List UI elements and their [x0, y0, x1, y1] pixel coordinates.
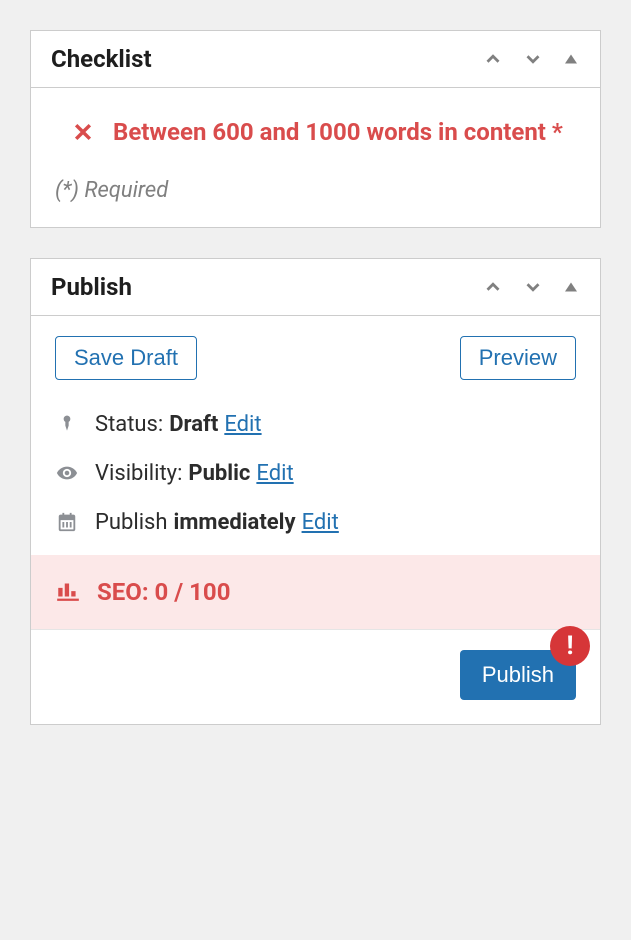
chevron-down-icon[interactable] — [522, 48, 544, 70]
status-label: Status: — [95, 412, 163, 437]
preview-button[interactable]: Preview — [460, 336, 576, 380]
visibility-edit-link[interactable]: Edit — [256, 461, 293, 486]
publish-controls — [482, 276, 580, 298]
status-edit-link[interactable]: Edit — [224, 412, 261, 437]
save-draft-button[interactable]: Save Draft — [55, 336, 197, 380]
checklist-body: Between 600 and 1000 words in content * … — [31, 88, 600, 227]
publish-header: Publish — [31, 259, 600, 316]
calendar-icon — [55, 511, 79, 533]
seo-label: SEO: 0 / 100 — [97, 578, 230, 606]
checklist-controls — [482, 48, 580, 70]
status-row: Status: Draft Edit — [55, 400, 576, 449]
fail-x-icon — [71, 120, 95, 148]
publish-footer: ! Publish — [31, 629, 600, 724]
chevron-up-icon[interactable] — [482, 48, 504, 70]
collapse-icon[interactable] — [562, 50, 580, 68]
schedule-row: Publish immediately Edit — [55, 498, 576, 547]
schedule-label: Publish — [95, 510, 168, 535]
chevron-up-icon[interactable] — [482, 276, 504, 298]
publish-actions: Save Draft Preview — [55, 336, 576, 400]
publish-panel: Publish Save Draft Preview Status: Draft… — [30, 258, 601, 725]
checklist-header: Checklist — [31, 31, 600, 88]
publish-body: Save Draft Preview Status: Draft Edit Vi… — [31, 316, 600, 555]
pin-icon — [55, 414, 79, 434]
publish-title: Publish — [51, 273, 132, 301]
checklist-item: Between 600 and 1000 words in content * — [55, 108, 576, 166]
seo-bar: SEO: 0 / 100 — [31, 555, 600, 629]
schedule-edit-link[interactable]: Edit — [302, 510, 339, 535]
required-note: (*) Required — [55, 178, 576, 203]
status-value: Draft — [169, 412, 218, 437]
alert-badge-icon: ! — [550, 626, 590, 666]
checklist-item-label: Between 600 and 1000 words in content * — [113, 116, 563, 150]
collapse-icon[interactable] — [562, 278, 580, 296]
visibility-value: Public — [188, 461, 250, 486]
checklist-panel: Checklist Between 600 and 1000 words in … — [30, 30, 601, 228]
visibility-row: Visibility: Public Edit — [55, 449, 576, 498]
visibility-label: Visibility: — [95, 461, 182, 486]
chevron-down-icon[interactable] — [522, 276, 544, 298]
seo-chart-icon — [55, 577, 81, 607]
eye-icon — [55, 462, 79, 484]
checklist-title: Checklist — [51, 45, 152, 73]
schedule-value: immediately — [174, 510, 296, 535]
